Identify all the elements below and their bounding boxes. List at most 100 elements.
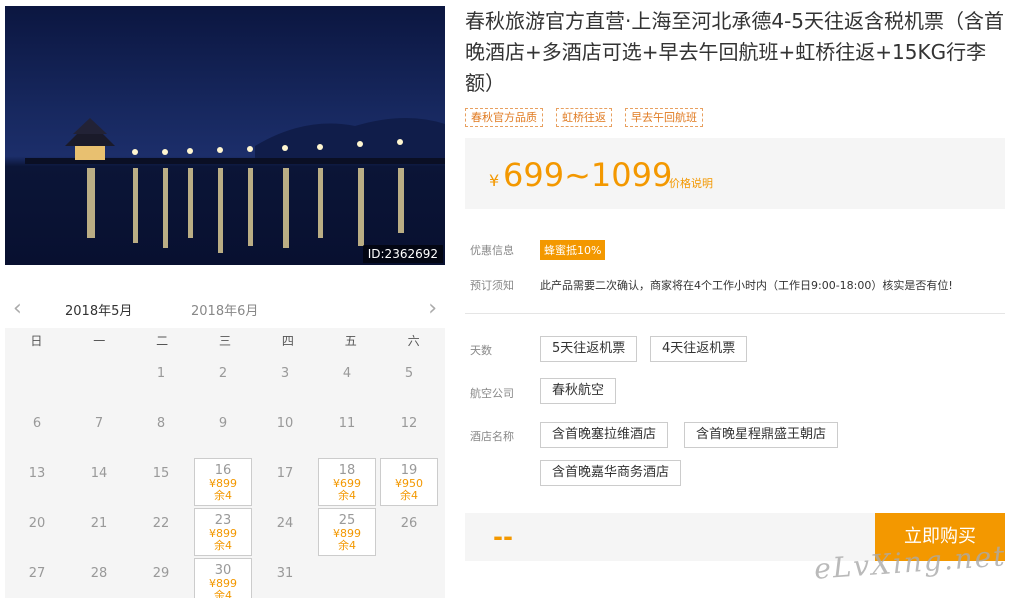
calendar-day: 9 xyxy=(194,408,252,456)
day-number: 12 xyxy=(400,416,418,431)
calendar-day: 24 xyxy=(256,508,314,556)
divider xyxy=(465,313,1005,314)
day-stock: 余4 xyxy=(338,539,356,552)
calendar-day-available[interactable]: 16 ¥899 余4 xyxy=(194,458,252,506)
tag-badge: 早去午回航班 xyxy=(625,108,703,127)
day-number: 26 xyxy=(400,516,418,531)
calendar-day: 27 xyxy=(8,558,66,598)
day-number: 18 xyxy=(338,463,356,478)
weekday-label: 六 xyxy=(407,334,420,348)
days-label: 天数 xyxy=(470,344,492,357)
price-panel: ¥ 699~1099 价格说明 xyxy=(465,138,1005,209)
calendar-day: 17 xyxy=(256,458,314,506)
calendar-day-available[interactable]: 18 ¥699 余4 xyxy=(318,458,376,506)
airline-label: 航空公司 xyxy=(470,387,514,400)
calendar-day: 13 xyxy=(8,458,66,506)
day-stock: 余4 xyxy=(400,489,418,502)
day-number: 31 xyxy=(276,566,294,581)
calendar-day: 1 xyxy=(132,358,190,406)
option-hotel-3[interactable]: 含首晚嘉华商务酒店 xyxy=(540,460,682,486)
total-price: -- xyxy=(493,523,513,551)
calendar-day: 22 xyxy=(132,508,190,556)
day-number: 20 xyxy=(28,516,46,531)
day-number: 1 xyxy=(156,366,166,381)
day-number: 23 xyxy=(214,513,232,528)
discount-badge: 蜂蜜抵10% xyxy=(540,240,606,260)
day-number: 27 xyxy=(28,566,46,581)
calendar-day: 3 xyxy=(256,358,314,406)
day-number: 4 xyxy=(342,366,352,381)
product-title: 春秋旅游官方直营·上海至河北承德4-5天往返含税机票（含首晚酒店+多酒店可选+早… xyxy=(465,9,1005,95)
tab-month-may[interactable]: 2018年5月 xyxy=(54,300,143,333)
price-explanation-link[interactable]: 价格说明 xyxy=(669,175,713,191)
day-number: 25 xyxy=(338,513,356,528)
calendar-day: 28 xyxy=(70,558,128,598)
weekday-label: 日 xyxy=(30,334,43,348)
calendar-month-nav: ‹ 2018年5月 2018年6月 › xyxy=(5,292,445,333)
photo-id-label: ID:2362692 xyxy=(362,245,443,263)
calendar-day: 29 xyxy=(132,558,190,598)
weekday-label: 四 xyxy=(281,334,294,348)
night-lake-pavilion-image xyxy=(25,117,445,253)
option-4-day[interactable]: 4天往返机票 xyxy=(650,336,748,362)
day-number: 6 xyxy=(32,416,42,431)
calendar-day: 14 xyxy=(70,458,128,506)
calendar-day: 20 xyxy=(8,508,66,556)
option-hotel-2[interactable]: 含首晚星程鼎盛王朝店 xyxy=(684,422,839,448)
calendar-day: 5 xyxy=(380,358,438,406)
calendar-day: 12 xyxy=(380,408,438,456)
day-stock: 余4 xyxy=(214,489,232,502)
calendar-day-available[interactable]: 23 ¥899 余4 xyxy=(194,508,252,556)
weekday-label: 二 xyxy=(156,334,169,348)
day-number: 3 xyxy=(280,366,290,381)
calendar-day-available[interactable]: 30 ¥899 余4 xyxy=(194,558,252,598)
tag-badge: 虹桥往返 xyxy=(556,108,612,127)
tab-month-june[interactable]: 2018年6月 xyxy=(191,300,258,319)
calendar-day: 10 xyxy=(256,408,314,456)
calendar-day-available[interactable]: 25 ¥899 余4 xyxy=(318,508,376,556)
calendar-day: 6 xyxy=(8,408,66,456)
day-number: 8 xyxy=(156,416,166,431)
option-hotel-1[interactable]: 含首晚塞拉维酒店 xyxy=(540,422,669,448)
discount-label: 优惠信息 xyxy=(470,244,514,257)
calendar-grid: 1 2 3 4 5 6 7 8 9 10 11 12 13 14 15 16 ¥899 余4 17 18 ¥699 余4 1… xyxy=(5,354,445,598)
prev-month-icon[interactable]: ‹ xyxy=(13,296,22,321)
booking-notice: 此产品需要二次确认，商家将在4个工作小时内（工作日9:00-18:00）核实是否… xyxy=(540,279,953,292)
day-number: 2 xyxy=(218,366,228,381)
calendar-day: 8 xyxy=(132,408,190,456)
day-number: 22 xyxy=(152,516,170,531)
day-number: 13 xyxy=(28,466,46,481)
option-airline[interactable]: 春秋航空 xyxy=(540,378,617,404)
day-number: 5 xyxy=(404,366,414,381)
day-number: 16 xyxy=(214,463,232,478)
calendar-day: 7 xyxy=(70,408,128,456)
day-number: 19 xyxy=(400,463,418,478)
day-number: 30 xyxy=(214,563,232,578)
day-number: 11 xyxy=(338,416,356,431)
day-number: 24 xyxy=(276,516,294,531)
calendar-day: 2 xyxy=(194,358,252,406)
day-number: 10 xyxy=(276,416,294,431)
day-stock: 余4 xyxy=(214,539,232,552)
day-number: 7 xyxy=(94,416,104,431)
product-tags: 春秋官方品质 虹桥往返 早去午回航班 xyxy=(465,108,703,127)
day-number: 9 xyxy=(218,416,228,431)
next-month-icon[interactable]: › xyxy=(428,296,437,321)
weekday-label: 三 xyxy=(219,334,232,348)
calendar-day: 21 xyxy=(70,508,128,556)
calendar-day: 26 xyxy=(380,508,438,556)
weekday-label: 一 xyxy=(93,334,106,348)
option-5-day[interactable]: 5天往返机票 xyxy=(540,336,638,362)
price-range: 699~1099 xyxy=(503,156,673,194)
weekday-label: 五 xyxy=(344,334,357,348)
day-number: 29 xyxy=(152,566,170,581)
day-number: 28 xyxy=(90,566,108,581)
day-number: 21 xyxy=(90,516,108,531)
price-currency: ¥ xyxy=(489,171,500,190)
calendar-day-available[interactable]: 19 ¥950 余4 xyxy=(380,458,438,506)
product-photo: ID:2362692 xyxy=(5,6,445,265)
tag-badge: 春秋官方品质 xyxy=(465,108,543,127)
hotel-label: 酒店名称 xyxy=(470,430,514,443)
day-number: 17 xyxy=(276,466,294,481)
calendar-weekday-header: 日 一 二 三 四 五 六 xyxy=(5,328,445,354)
